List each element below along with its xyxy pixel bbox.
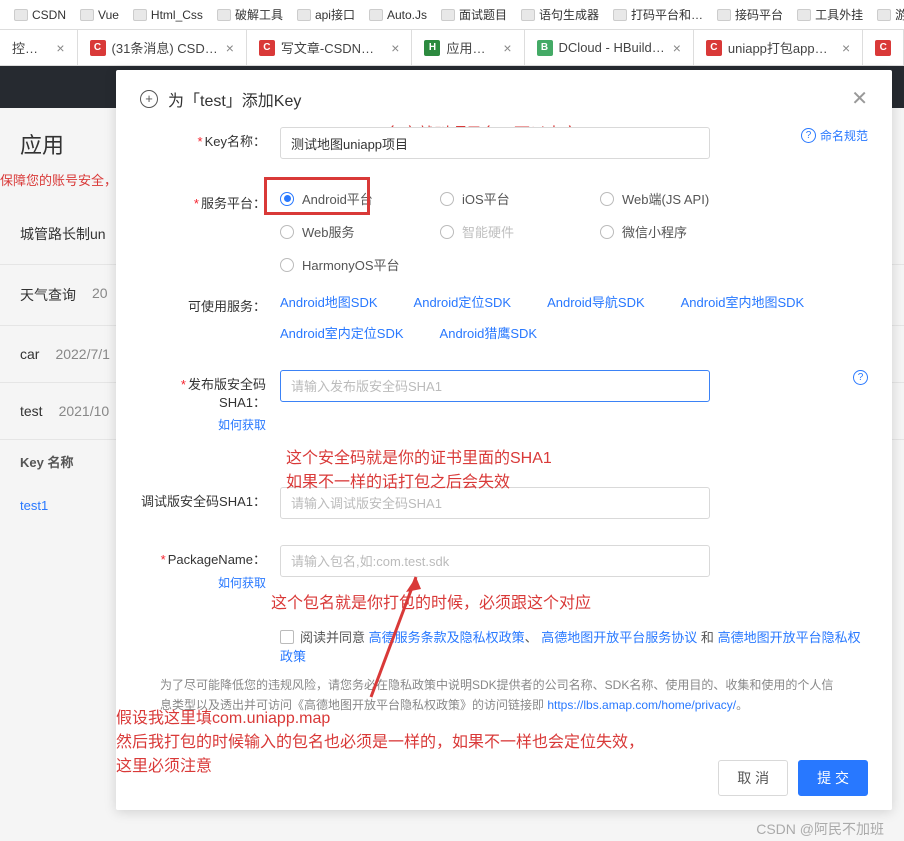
radio-harmony[interactable]: HarmonyOS平台 (280, 255, 440, 274)
favicon: H (424, 40, 440, 56)
policy-link[interactable]: 高德地图开放平台服务协议 (541, 630, 697, 645)
tab[interactable]: BDCloud - HBuilde…× (525, 30, 694, 65)
close-icon[interactable]: × (56, 40, 64, 56)
tab[interactable]: C (863, 30, 904, 65)
close-icon[interactable]: × (842, 40, 850, 56)
tab[interactable]: C写文章-CSDN博客× (247, 30, 413, 65)
browser-tabs: 控制…× C(31条消息) CSDN…× C写文章-CSDN博客× H应用信息×… (0, 30, 904, 66)
folder-icon (217, 9, 231, 21)
bookmark-item[interactable]: 破解工具 (211, 4, 289, 25)
annotation: 这个包名就是你打包的时候，必须跟这个对应 (271, 589, 591, 613)
naming-link[interactable]: ?命名规范 (801, 127, 868, 144)
folder-icon (521, 9, 535, 21)
folder-icon (80, 9, 94, 21)
folder-icon (14, 9, 28, 21)
bookmarks-bar: CSDN Vue Html_Css 破解工具 api接口 Auto.Js 面试题… (0, 0, 904, 30)
radio-ios[interactable]: iOS平台 (440, 189, 600, 208)
plus-icon: + (140, 90, 158, 108)
policy-link[interactable]: 高德服务条款及隐私权政策 (369, 630, 525, 645)
howto-link[interactable]: 如何获取 (140, 416, 280, 433)
label-services: 可使用服务： (140, 292, 280, 316)
close-icon[interactable]: × (226, 40, 234, 56)
package-input[interactable] (280, 545, 710, 577)
radio-wechat[interactable]: 微信小程序 (600, 222, 760, 241)
key-name-input[interactable] (280, 127, 710, 159)
bookmark-item[interactable]: 面试题目 (435, 4, 513, 25)
close-icon[interactable]: × (391, 40, 399, 56)
service-link[interactable]: Android室内定位SDK (280, 323, 404, 342)
bookmark-item[interactable]: 语句生成器 (515, 4, 605, 25)
radio-icon (280, 225, 294, 239)
radio-icon (600, 225, 614, 239)
bookmark-item[interactable]: CSDN (8, 6, 72, 24)
label-debug-sha1: 调试版安全码SHA1： (140, 487, 280, 511)
radio-icon (440, 192, 454, 206)
modal-title: 为「test」添加Key (168, 87, 301, 111)
folder-icon (717, 9, 731, 21)
radio-icon (280, 258, 294, 272)
bookmark-item[interactable]: 打码平台和… (607, 4, 709, 25)
folder-icon (297, 9, 311, 21)
service-link[interactable]: Android地图SDK (280, 292, 378, 311)
annotation: 假设我这里填com.uniapp.map然后我打包的时候输入的包名也必须是一样的… (116, 707, 656, 779)
folder-icon (133, 9, 147, 21)
bookmark-item[interactable]: 接码平台 (711, 4, 789, 25)
folder-icon (797, 9, 811, 21)
watermark: CSDN @阿民不加班 (756, 819, 884, 839)
label-key-name: *Key名称： (140, 127, 280, 151)
radio-web-service[interactable]: Web服务 (280, 222, 440, 241)
submit-button[interactable]: 提 交 (798, 760, 868, 796)
radio-smart-hw: 智能硬件 (440, 222, 600, 241)
folder-icon (369, 9, 383, 21)
favicon: C (875, 40, 891, 56)
annotation-box (264, 177, 370, 215)
howto-link[interactable]: 如何获取 (140, 574, 280, 591)
tab[interactable]: H应用信息× (412, 30, 524, 65)
help-icon[interactable]: ? (853, 370, 868, 385)
favicon: C (259, 40, 275, 56)
release-sha1-input[interactable] (280, 370, 710, 402)
policy-row: 阅读并同意 高德服务条款及隐私权政策、 高德地图开放平台服务协议 和 高德地图开… (280, 627, 868, 665)
service-link[interactable]: Android导航SDK (547, 292, 645, 311)
service-link[interactable]: Android室内地图SDK (681, 292, 805, 311)
bookmark-item[interactable]: 游戏 (871, 4, 904, 25)
question-icon: ? (801, 128, 816, 143)
close-icon[interactable]: × (673, 40, 681, 56)
cancel-button[interactable]: 取 消 (718, 760, 788, 796)
favicon: B (537, 40, 553, 56)
bookmark-item[interactable]: api接口 (291, 4, 361, 25)
radio-icon (600, 192, 614, 206)
add-key-modal: + 为「test」添加Key ✕ 名字就叫项目名，可以中文 *Key名称： ?命… (116, 70, 892, 810)
favicon: C (706, 40, 722, 56)
label-release-sha1: *发布版安全码SHA1： (140, 370, 280, 412)
label-platform: *服务平台： (140, 189, 280, 213)
bookmark-item[interactable]: Auto.Js (363, 6, 433, 24)
favicon: C (90, 40, 106, 56)
bookmark-item[interactable]: Html_Css (127, 6, 209, 24)
close-icon[interactable]: ✕ (851, 86, 868, 111)
annotation: 这个安全码就是你的证书里面的SHA1如果不一样的话打包之后会失效 (286, 447, 552, 495)
tab[interactable]: C(31条消息) CSDN…× (78, 30, 247, 65)
folder-icon (877, 9, 891, 21)
radio-web-js[interactable]: Web端(JS API) (600, 189, 760, 208)
service-link[interactable]: Android猎鹰SDK (440, 323, 538, 342)
label-package: *PackageName： (140, 545, 280, 569)
question-icon: ? (853, 370, 868, 385)
radio-icon (440, 225, 454, 239)
checkbox[interactable] (280, 630, 294, 644)
bookmark-item[interactable]: 工具外挂 (791, 4, 869, 25)
service-link[interactable]: Android定位SDK (414, 292, 512, 311)
folder-icon (441, 9, 455, 21)
tab[interactable]: Cuniapp打包app定…× (694, 30, 863, 65)
tab[interactable]: 控制…× (0, 30, 78, 65)
close-icon[interactable]: × (503, 40, 511, 56)
folder-icon (613, 9, 627, 21)
bookmark-item[interactable]: Vue (74, 6, 125, 24)
